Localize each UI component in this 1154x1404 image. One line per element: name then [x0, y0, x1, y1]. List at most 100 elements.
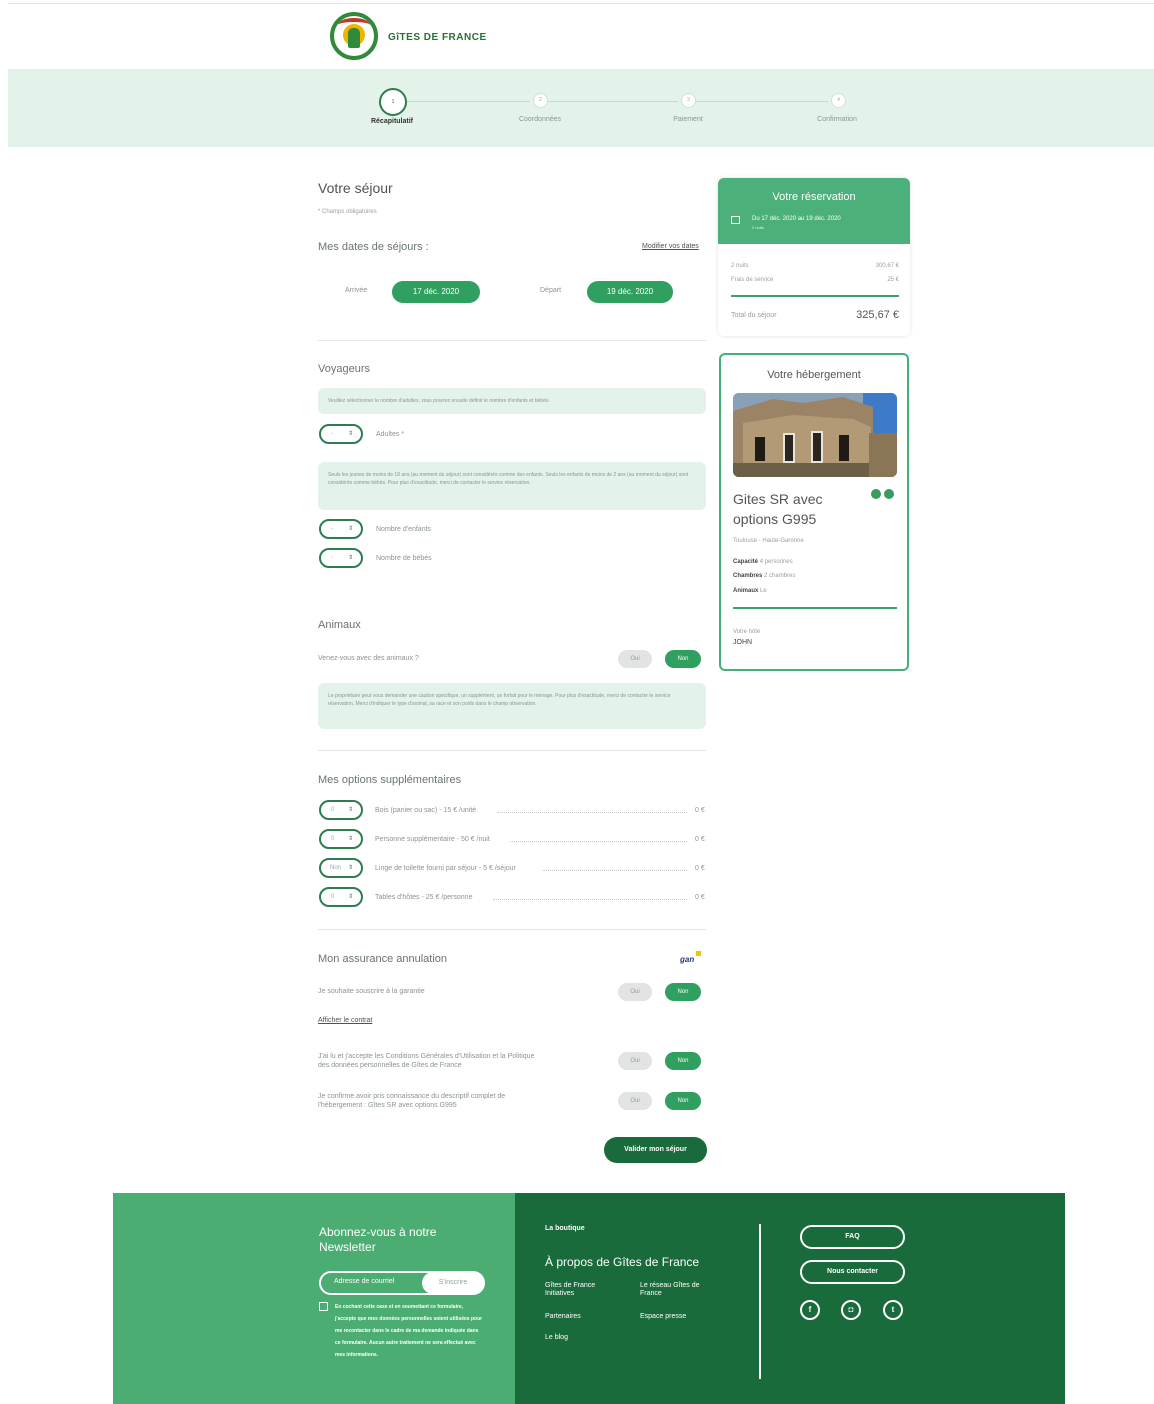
newsletter-title: Abonnez-vous à notre Newsletter	[319, 1225, 437, 1254]
host-name: JOHN	[733, 639, 753, 646]
spinner-icon: ⇕	[347, 807, 353, 813]
capacity-label: Capacité	[733, 559, 759, 565]
reservation-nights: 2 nuits	[752, 225, 764, 230]
modify-dates-link[interactable]: Modifier vos dates	[642, 243, 699, 250]
departure-label: Départ	[540, 287, 562, 294]
option-wood-label: Bois (panier ou sac) - 15 € /unité	[375, 807, 477, 814]
calendar-icon	[731, 216, 740, 224]
option-linen-stepper[interactable]: Non ⇕	[319, 858, 363, 878]
accommodation-name: Gites SR avec options G995	[733, 491, 823, 527]
animals-label: Animaux	[733, 588, 759, 594]
host-label: Votre hôte	[733, 629, 761, 635]
facebook-icon[interactable]: f	[800, 1300, 820, 1320]
adults-stepper[interactable]: - ⇕	[319, 424, 363, 444]
accommodation-location: Toulouse - Haute-Garonne	[733, 538, 804, 544]
animaux-title: Animaux	[318, 619, 361, 631]
step-3-circle: 3	[681, 93, 696, 108]
step-3-label: Paiement	[673, 116, 703, 123]
rooms-value: 2 chambres	[764, 573, 796, 579]
rooms-label: Chambres	[733, 573, 763, 579]
subscribe-button[interactable]: S'inscrire	[422, 1272, 484, 1294]
animals-info-box: Le propriétaire peut vous demander une c…	[318, 683, 706, 729]
accommodation-photo[interactable]	[733, 393, 897, 477]
assurance-non-toggle[interactable]: Non	[665, 983, 701, 1001]
reservation-title: Votre réservation	[772, 191, 856, 203]
animals-non-toggle[interactable]: Non	[665, 650, 701, 668]
spinner-icon: ⇕	[347, 894, 353, 900]
dotted-leader	[497, 812, 687, 813]
nights-label: 2 nuits	[731, 263, 749, 269]
service-fee-price: 25 €	[887, 277, 899, 283]
contact-button[interactable]: Nous contacter	[800, 1260, 905, 1284]
consent-checkbox[interactable]	[319, 1302, 328, 1311]
ear-rating-icon	[871, 489, 881, 499]
footer-link-reseau[interactable]: Le réseau Gîtes de France	[640, 1282, 704, 1298]
spinner-icon: ⇕	[347, 431, 353, 437]
ear-rating-icon	[884, 489, 894, 499]
option-linen-price: 0 €	[695, 865, 705, 872]
gan-logo-accent	[696, 951, 701, 956]
reservation-card: Votre réservation Du 17 déc. 2020 au 19 …	[718, 178, 910, 336]
section-divider	[318, 750, 706, 751]
reservation-dates: Du 17 déc. 2020 au 19 déc. 2020	[752, 216, 841, 222]
sejour-title: Votre séjour	[318, 180, 393, 196]
arrival-date-button[interactable]: 17 déc. 2020	[392, 281, 480, 303]
step-connector	[404, 101, 530, 102]
footer-links-panel	[515, 1193, 1065, 1404]
validate-stay-button[interactable]: Valider mon séjour	[604, 1137, 707, 1163]
instagram-icon[interactable]: ◘	[841, 1300, 861, 1320]
accommodation-title: Votre hébergement	[767, 369, 861, 381]
descriptif-non-toggle[interactable]: Non	[665, 1092, 701, 1110]
dates-title: Mes dates de séjours :	[318, 241, 429, 253]
option-tables-stepper[interactable]: 0 ⇕	[319, 887, 363, 907]
step-4-label: Confirmation	[817, 116, 857, 123]
dotted-leader	[510, 841, 687, 842]
nights-price: 300,67 €	[875, 263, 899, 269]
descriptif-oui-toggle[interactable]: Oui	[618, 1092, 652, 1110]
children-stepper[interactable]: - ⇕	[319, 519, 363, 539]
step-2-circle: 2	[533, 93, 548, 108]
option-tables-price: 0 €	[695, 894, 705, 901]
gan-logo-icon: gan	[680, 955, 695, 964]
options-title: Mes options supplémentaires	[318, 774, 462, 786]
assurance-oui-toggle[interactable]: Oui	[618, 983, 652, 1001]
email-input[interactable]: Adresse de courriel	[334, 1278, 394, 1285]
twitter-icon[interactable]: t	[883, 1300, 903, 1320]
animals-oui-toggle[interactable]: Oui	[618, 650, 652, 668]
service-fee-label: Frais de service	[731, 277, 774, 283]
departure-date-button[interactable]: 19 déc. 2020	[587, 281, 673, 303]
dotted-leader	[543, 870, 687, 871]
footer-link-blog[interactable]: Le blog	[545, 1334, 568, 1341]
footer-divider	[759, 1224, 761, 1379]
spinner-icon: ⇕	[347, 836, 353, 842]
footer-link-initiatives[interactable]: Gîtes de France Initiatives	[545, 1282, 609, 1298]
cgu-text: J'ai lu et j'accepte les Conditions Géné…	[318, 1053, 535, 1069]
cgu-non-toggle[interactable]: Non	[665, 1052, 701, 1070]
option-extra-person-stepper[interactable]: 0 ⇕	[319, 829, 363, 849]
option-extra-person-label: Personne supplémentaire - 50 € /nuit	[375, 836, 490, 843]
step-connector	[548, 101, 678, 102]
boutique-link[interactable]: La boutique	[545, 1225, 585, 1232]
adults-label: Adultes *	[376, 431, 405, 438]
animals-value: Le	[760, 588, 767, 594]
footer-link-partenaires[interactable]: Partenaires	[545, 1313, 581, 1320]
option-wood-stepper[interactable]: 0 ⇕	[319, 800, 363, 820]
animals-question: Venez-vous avec des animaux ?	[318, 655, 419, 662]
top-border	[8, 3, 1154, 4]
total-price: 325,67 €	[856, 309, 899, 321]
voyageurs-title: Voyageurs	[318, 363, 370, 375]
assurance-question: Je souhaite souscrire à la garantie	[318, 988, 425, 995]
spinner-icon: ⇕	[347, 865, 353, 871]
footer-link-presse[interactable]: Espace presse	[640, 1313, 686, 1320]
children-value: -	[331, 526, 333, 532]
accommodation-card: Votre hébergement Gites SR avec options …	[719, 353, 909, 671]
option-linen-value: Non	[330, 865, 342, 871]
option-tables-label: Tables d'hôtes - 25 € /personne	[375, 894, 473, 901]
cgu-oui-toggle[interactable]: Oui	[618, 1052, 652, 1070]
gites-de-france-logo-icon[interactable]	[330, 12, 378, 60]
faq-button[interactable]: FAQ	[800, 1225, 905, 1249]
babies-stepper[interactable]: - ⇕	[319, 548, 363, 568]
contract-link[interactable]: Afficher le contrat	[318, 1017, 372, 1024]
total-label: Total du séjour	[731, 312, 777, 319]
section-divider	[318, 340, 706, 341]
